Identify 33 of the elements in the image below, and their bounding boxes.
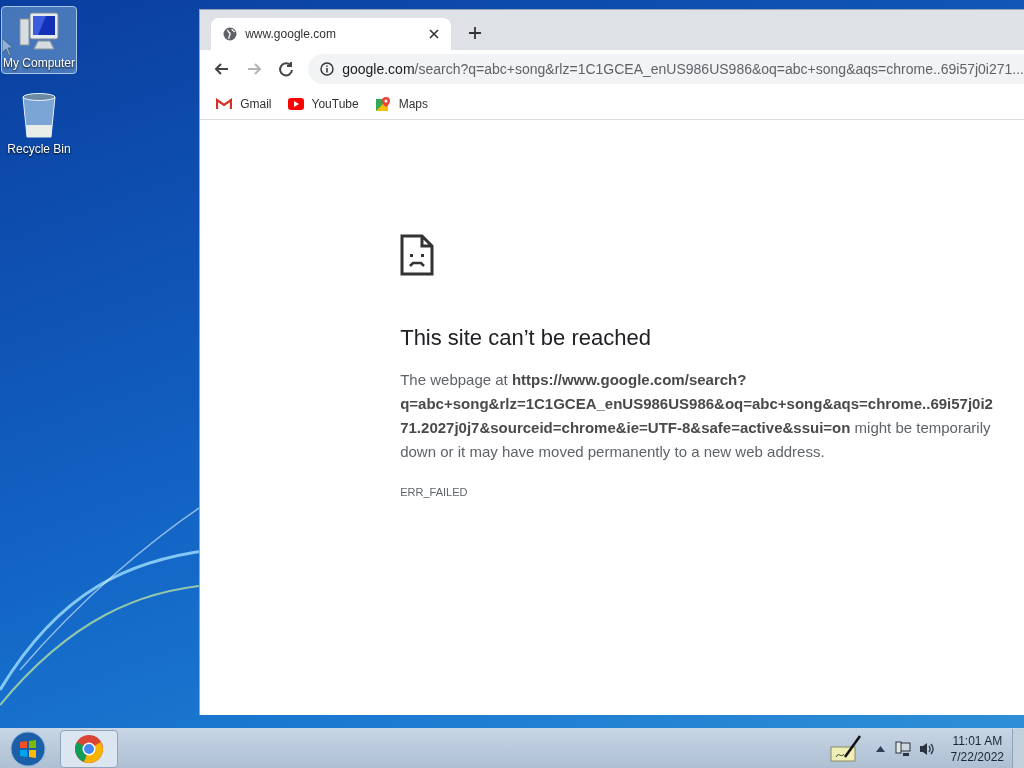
envelope-m-icon bbox=[216, 97, 233, 110]
windows-logo-icon bbox=[10, 730, 46, 767]
speaker-icon[interactable] bbox=[918, 740, 935, 757]
desktop-icon[interactable]: My Computer bbox=[1, 6, 77, 74]
up-caret-icon[interactable] bbox=[875, 745, 885, 752]
network-icon[interactable] bbox=[894, 740, 911, 757]
taskbar-app-button[interactable] bbox=[60, 729, 118, 768]
bookmark-link[interactable]: Maps bbox=[374, 94, 429, 113]
recycle-bin-icon bbox=[19, 91, 59, 141]
chrome-logo-icon bbox=[74, 733, 104, 764]
info-icon bbox=[320, 62, 335, 76]
plus-icon bbox=[469, 27, 482, 39]
clock-date: 7/22/2022 bbox=[950, 748, 1004, 765]
url-text: google.com/search?q=abc+song&rlz=1C1GCEA_enUS986US986&oq=abc+song&aqs=chrome..69i57j0i271... bbox=[342, 59, 1024, 79]
clock-time: 11:01 AM bbox=[952, 732, 1003, 749]
error-message: The webpage at https://www.google.com/search?q=abc+song&rlz=1C1GCEA_enUS986US986&oq=abc+song&aqs=chrome..69i57j0i271.2027j0j7&sourceid=chrome&ie=UTF-8&safe=active&ssui=on might be temporarily down or it may have moved permanently to a new web address. bbox=[400, 370, 994, 462]
clock[interactable]: 11:01 AM 7/22/2022 bbox=[950, 732, 1004, 765]
tab-title: www.google.com bbox=[245, 26, 337, 43]
bookmark-link[interactable]: YouTube bbox=[287, 94, 359, 113]
error-code: ERR_FAILED bbox=[400, 485, 468, 500]
reload-icon bbox=[277, 60, 296, 78]
globe-icon bbox=[223, 27, 238, 41]
pen-tablet-icon[interactable] bbox=[829, 734, 862, 763]
desktop-icon[interactable]: Recycle Bin bbox=[1, 86, 77, 160]
bookmark-link[interactable]: Gmail bbox=[216, 94, 272, 113]
sad-page-icon bbox=[400, 234, 435, 276]
map-pin-icon bbox=[374, 95, 391, 112]
start-button[interactable] bbox=[8, 729, 48, 768]
close-icon[interactable] bbox=[429, 29, 440, 39]
address-field[interactable]: google.com/search?q=abc+song&rlz=1C1GCEA_enUS986US986&oq=abc+song&aqs=chrome..69i57j0i271... bbox=[308, 54, 1024, 84]
error-title: This site can’t be reached bbox=[400, 324, 651, 352]
browser-tab[interactable]: www.google.com bbox=[211, 18, 452, 50]
play-icon bbox=[287, 97, 304, 110]
